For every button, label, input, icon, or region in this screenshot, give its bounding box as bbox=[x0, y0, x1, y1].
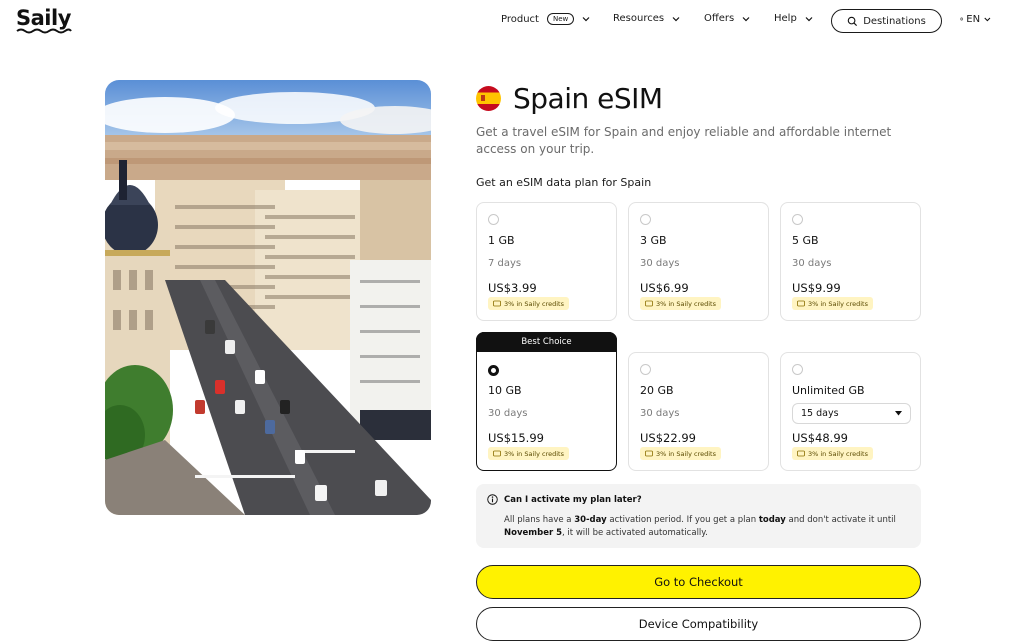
nav-product[interactable]: Product New bbox=[501, 13, 591, 25]
plan-radio[interactable] bbox=[792, 364, 803, 375]
plan-days: 30 days bbox=[640, 408, 680, 419]
hero-image bbox=[105, 80, 431, 515]
info-bold: today bbox=[758, 515, 786, 525]
language-label: EN bbox=[966, 13, 981, 25]
nav-resources[interactable]: Resources bbox=[613, 13, 681, 24]
credits-badge: 3% in Saily credits bbox=[488, 297, 569, 310]
plan-data: 20 GB bbox=[640, 384, 674, 397]
plan-data: 10 GB bbox=[488, 384, 522, 397]
credits-badge: 3% in Saily credits bbox=[792, 447, 873, 460]
destinations-label: Destinations bbox=[863, 15, 926, 27]
page-title: Spain eSIM bbox=[513, 82, 663, 115]
plan-radio-selected[interactable] bbox=[488, 365, 499, 376]
plan-card-3gb[interactable]: 3 GB 30 days US$6.99 3% in Saily credits bbox=[628, 202, 769, 321]
nav-help-label: Help bbox=[774, 13, 797, 24]
credits-label: 3% in Saily credits bbox=[808, 449, 868, 458]
plan-data: 1 GB bbox=[488, 234, 515, 247]
credits-label: 3% in Saily credits bbox=[504, 449, 564, 458]
language-selector[interactable]: EN bbox=[960, 13, 992, 25]
plan-days: 7 days bbox=[488, 258, 522, 269]
credits-label: 3% in Saily credits bbox=[808, 299, 868, 308]
credits-badge: 3% in Saily credits bbox=[640, 297, 721, 310]
plan-radio[interactable] bbox=[792, 214, 803, 225]
plan-price: US$15.99 bbox=[488, 431, 544, 445]
wallet-icon bbox=[645, 450, 653, 457]
credits-label: 3% in Saily credits bbox=[656, 299, 716, 308]
site-header: Saily Product New Resources Offers Help … bbox=[0, 0, 1024, 42]
chevron-down-icon bbox=[742, 16, 750, 21]
info-bold: November 5 bbox=[504, 528, 563, 538]
plan-data: Unlimited GB bbox=[792, 384, 865, 397]
plans-heading: Get an eSIM data plan for Spain bbox=[476, 176, 652, 189]
plan-days: 30 days bbox=[792, 258, 832, 269]
info-text: and don't activate it until bbox=[785, 515, 896, 525]
plan-days: 30 days bbox=[640, 258, 680, 269]
chevron-down-icon bbox=[984, 17, 991, 22]
plan-price: US$22.99 bbox=[640, 431, 696, 445]
spain-flag-icon bbox=[476, 86, 501, 111]
plan-radio[interactable] bbox=[640, 364, 651, 375]
days-select-value: 15 days bbox=[801, 408, 839, 419]
plan-card-20gb[interactable]: 20 GB 30 days US$22.99 3% in Saily credi… bbox=[628, 352, 769, 471]
chevron-down-icon bbox=[805, 16, 813, 21]
madrid-photo bbox=[105, 80, 431, 515]
device-compatibility-button[interactable]: Device Compatibility bbox=[476, 607, 921, 641]
info-text: , it will be activated automatically. bbox=[562, 528, 708, 538]
wallet-icon bbox=[797, 450, 805, 457]
info-text: activation period. If you get a plan bbox=[606, 515, 759, 525]
plan-data: 3 GB bbox=[640, 234, 667, 247]
caret-down-icon bbox=[895, 411, 902, 416]
credits-badge: 3% in Saily credits bbox=[640, 447, 721, 460]
nav-help[interactable]: Help bbox=[774, 13, 814, 24]
title-row: Spain eSIM bbox=[476, 82, 663, 115]
wallet-icon bbox=[493, 300, 501, 307]
nav-resources-label: Resources bbox=[613, 13, 665, 24]
nav-product-label: Product bbox=[501, 13, 539, 25]
page-subtitle: Get a travel eSIM for Spain and enjoy re… bbox=[476, 125, 892, 156]
logo-wave-icon bbox=[16, 28, 72, 34]
plan-data: 5 GB bbox=[792, 234, 819, 247]
destinations-button[interactable]: Destinations bbox=[831, 9, 942, 33]
credits-badge: 3% in Saily credits bbox=[488, 447, 569, 460]
wallet-icon bbox=[493, 450, 501, 457]
globe-icon bbox=[960, 17, 964, 21]
plan-card-5gb[interactable]: 5 GB 30 days US$9.99 3% in Saily credits bbox=[780, 202, 921, 321]
checkout-button[interactable]: Go to Checkout bbox=[476, 565, 921, 599]
plan-card-1gb[interactable]: 1 GB 7 days US$3.99 3% in Saily credits bbox=[476, 202, 617, 321]
info-bold: 30-day bbox=[574, 515, 607, 525]
chevron-down-icon bbox=[582, 17, 590, 22]
plan-card-unlimited[interactable]: Unlimited GB 15 days US$48.99 3% in Sail… bbox=[780, 352, 921, 471]
plan-price: US$48.99 bbox=[792, 431, 848, 445]
activation-info-box: Can I activate my plan later? All plans … bbox=[476, 484, 921, 548]
wallet-icon bbox=[645, 300, 653, 307]
credits-label: 3% in Saily credits bbox=[504, 299, 564, 308]
credits-label: 3% in Saily credits bbox=[656, 449, 716, 458]
plan-radio[interactable] bbox=[640, 214, 651, 225]
plan-card-10gb[interactable]: Best Choice 10 GB 30 days US$15.99 3% in… bbox=[476, 332, 617, 471]
info-answer: All plans have a 30-day activation perio… bbox=[504, 514, 909, 540]
best-choice-label: Best Choice bbox=[476, 332, 617, 352]
search-icon bbox=[847, 16, 858, 26]
chevron-down-icon bbox=[672, 16, 680, 21]
plan-radio[interactable] bbox=[488, 214, 499, 225]
nav-offers-label: Offers bbox=[704, 13, 735, 24]
plan-price: US$6.99 bbox=[640, 281, 689, 295]
credits-badge: 3% in Saily credits bbox=[792, 297, 873, 310]
info-question: Can I activate my plan later? bbox=[504, 495, 642, 505]
days-select[interactable]: 15 days bbox=[792, 403, 911, 424]
nav-offers[interactable]: Offers bbox=[704, 13, 751, 24]
saily-logo[interactable]: Saily bbox=[16, 6, 74, 36]
logo-text: Saily bbox=[16, 6, 71, 30]
plan-days: 30 days bbox=[488, 408, 528, 419]
new-badge: New bbox=[546, 13, 575, 25]
info-text: All plans have a bbox=[504, 515, 575, 525]
wallet-icon bbox=[797, 300, 805, 307]
info-icon bbox=[487, 494, 498, 505]
plan-price: US$9.99 bbox=[792, 281, 841, 295]
plan-price: US$3.99 bbox=[488, 281, 537, 295]
